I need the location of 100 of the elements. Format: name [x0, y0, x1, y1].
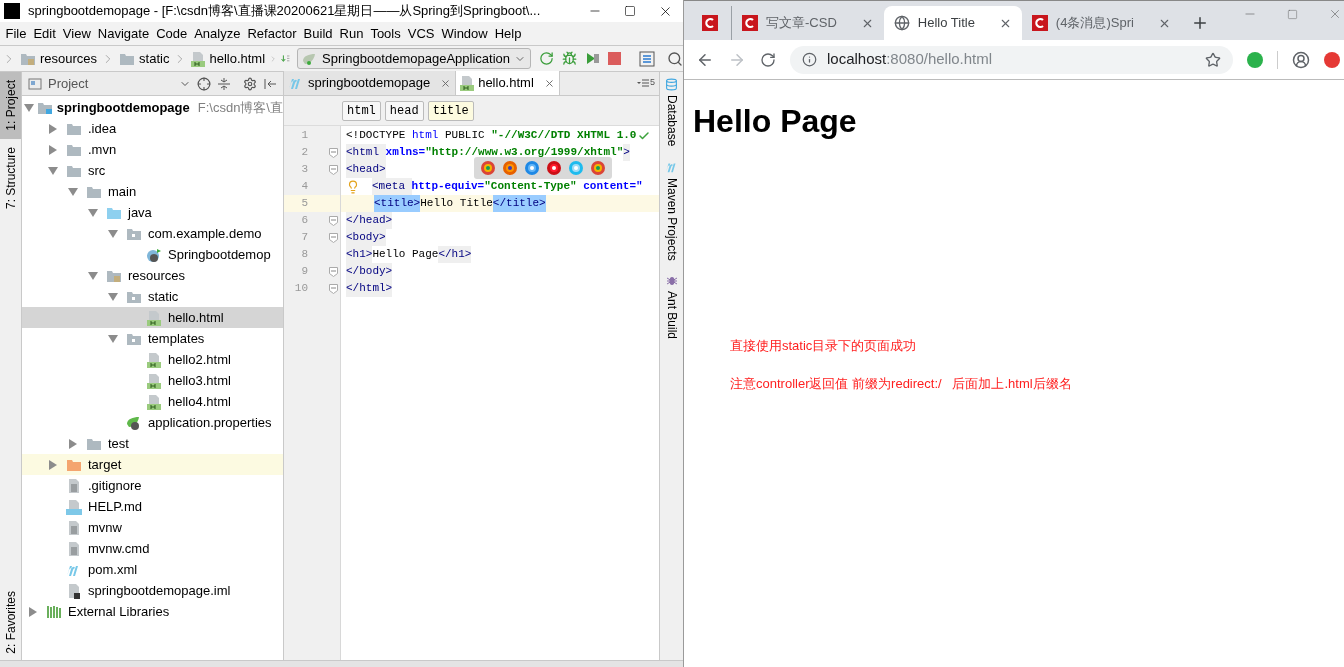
editor-tab[interactable]: springbootdemopage: [284, 71, 457, 95]
breadcrumb[interactable]: resources: [2, 48, 102, 69]
hide-panel-icon[interactable]: [263, 76, 277, 91]
tree-item[interactable]: static: [22, 286, 283, 307]
close-tab-icon[interactable]: [440, 77, 452, 89]
tree-item[interactable]: hello2.html: [22, 349, 283, 370]
browser-icon[interactable]: [589, 159, 606, 176]
collapsed-arrow-icon[interactable]: [69, 438, 77, 449]
tree-item[interactable]: target: [22, 454, 283, 475]
tree-item[interactable]: springbootdemopage.iml: [22, 580, 283, 601]
expanded-arrow-icon[interactable]: [68, 187, 78, 196]
fold-marker-icon[interactable]: [328, 283, 338, 294]
expanded-arrow-icon[interactable]: [88, 271, 98, 280]
collapsed-arrow-icon[interactable]: [49, 123, 57, 134]
expanded-arrow-icon[interactable]: [108, 334, 118, 343]
tree-item[interactable]: .mvn: [22, 139, 283, 160]
tree-item[interactable]: java: [22, 202, 283, 223]
browser-icon[interactable]: [479, 159, 496, 176]
tree-item[interactable]: .idea: [22, 118, 283, 139]
expanded-arrow-icon[interactable]: [108, 292, 118, 301]
tab-list-button[interactable]: 5: [637, 71, 659, 95]
editor-tab[interactable]: hello.html: [456, 71, 560, 95]
menu-item[interactable]: Code: [152, 23, 191, 44]
project-structure-icon[interactable]: [639, 50, 655, 67]
tree-item[interactable]: mvnw: [22, 517, 283, 538]
profile-icon[interactable]: [1292, 50, 1310, 69]
expanded-arrow-icon[interactable]: [108, 229, 118, 238]
tool-window-tab[interactable]: 2: Favorites: [0, 585, 21, 660]
expanded-arrow-icon[interactable]: [48, 166, 58, 175]
lightbulb-icon[interactable]: [346, 179, 360, 194]
tree-item[interactable]: com.example.demo: [22, 223, 283, 244]
menu-item[interactable]: View: [59, 23, 95, 44]
breadcrumb[interactable]: static: [101, 48, 174, 69]
tree-item[interactable]: hello.html: [22, 307, 283, 328]
rerun-icon[interactable]: [539, 51, 554, 66]
fold-marker-icon[interactable]: [328, 164, 338, 175]
tag-breadcrumb[interactable]: head: [384, 100, 424, 121]
menu-item[interactable]: Analyze: [190, 23, 244, 44]
tool-window-tab[interactable]: Maven Projects: [662, 160, 681, 262]
address-bar[interactable]: localhost:8080/hello.html: [790, 45, 1233, 74]
tag-breadcrumb[interactable]: title: [427, 100, 474, 121]
bookmark-star-icon[interactable]: [1205, 51, 1221, 68]
maximize-icon[interactable]: [624, 5, 636, 17]
browser-icon[interactable]: [523, 159, 540, 176]
debug-bug-icon[interactable]: [562, 51, 577, 66]
close-tab-icon[interactable]: [543, 77, 555, 89]
tree-item[interactable]: main: [22, 181, 283, 202]
tool-window-tab[interactable]: 7: Structure: [0, 138, 21, 217]
tree-item[interactable]: mvnw.cmd: [22, 538, 283, 559]
menu-item[interactable]: VCS: [404, 23, 438, 44]
run-configuration-dropdown[interactable]: SpringbootdemopageApplication: [297, 48, 531, 69]
coverage-icon[interactable]: [585, 51, 600, 66]
collapsed-arrow-icon[interactable]: [29, 606, 37, 617]
tree-item[interactable]: hello4.html: [22, 391, 283, 412]
browser-tab[interactable]: 写文章-CSD: [732, 6, 884, 40]
tree-item[interactable]: application.properties: [22, 412, 283, 433]
fold-marker-icon[interactable]: [328, 232, 338, 243]
info-icon[interactable]: [802, 52, 817, 67]
menu-item[interactable]: Run: [336, 23, 367, 44]
collapsed-arrow-icon[interactable]: [49, 459, 57, 470]
extension-icon[interactable]: [1247, 51, 1263, 68]
tree-item[interactable]: hello3.html: [22, 370, 283, 391]
menu-item[interactable]: Help: [491, 23, 525, 44]
fold-marker-icon[interactable]: [328, 266, 338, 277]
settings-icon[interactable]: [243, 76, 257, 91]
extension-icon[interactable]: [1324, 51, 1340, 68]
browser-tab[interactable]: (4条消息)Spri: [1021, 6, 1181, 40]
tool-window-tab[interactable]: 1: Project: [0, 72, 21, 139]
tool-window-tab[interactable]: Ant Build: [662, 275, 681, 340]
expanded-arrow-icon[interactable]: [24, 103, 35, 112]
menu-item[interactable]: Navigate: [94, 23, 153, 44]
reload-icon[interactable]: [760, 51, 776, 68]
expanded-arrow-icon[interactable]: [88, 208, 98, 217]
tree-item[interactable]: src: [22, 160, 283, 181]
menu-item[interactable]: Tools: [366, 23, 405, 44]
tree-item[interactable]: HELP.md: [22, 496, 283, 517]
browser-tab[interactable]: Hello Title: [883, 6, 1022, 40]
browser-icon[interactable]: [545, 159, 562, 176]
menu-item[interactable]: Edit: [29, 23, 60, 44]
breadcrumb[interactable]: hello.html: [173, 48, 270, 69]
tag-breadcrumb[interactable]: html: [342, 100, 381, 121]
fold-marker-icon[interactable]: [328, 147, 338, 158]
browser-icon[interactable]: [501, 159, 518, 176]
menu-item[interactable]: Window: [437, 23, 492, 44]
tree-item[interactable]: External Libraries: [22, 601, 283, 622]
locate-icon[interactable]: [197, 76, 211, 91]
search-icon[interactable]: [667, 50, 683, 67]
tool-window-tab[interactable]: Database: [662, 78, 681, 147]
tree-item[interactable]: .gitignore: [22, 475, 283, 496]
menu-item[interactable]: File: [2, 23, 30, 44]
collapse-all-icon[interactable]: [217, 76, 231, 91]
fold-marker-icon[interactable]: [328, 215, 338, 226]
collapsed-arrow-icon[interactable]: [49, 144, 57, 155]
tree-item[interactable]: pom.xml: [22, 559, 283, 580]
tree-item[interactable]: resources: [22, 265, 283, 286]
tree-item[interactable]: springbootdemopage F:\csdn博客\直: [22, 97, 283, 118]
menu-item[interactable]: Refactor: [243, 23, 301, 44]
tree-item[interactable]: Springbootdemop: [22, 244, 283, 265]
menu-item[interactable]: Build: [300, 23, 336, 44]
tree-item[interactable]: test: [22, 433, 283, 454]
